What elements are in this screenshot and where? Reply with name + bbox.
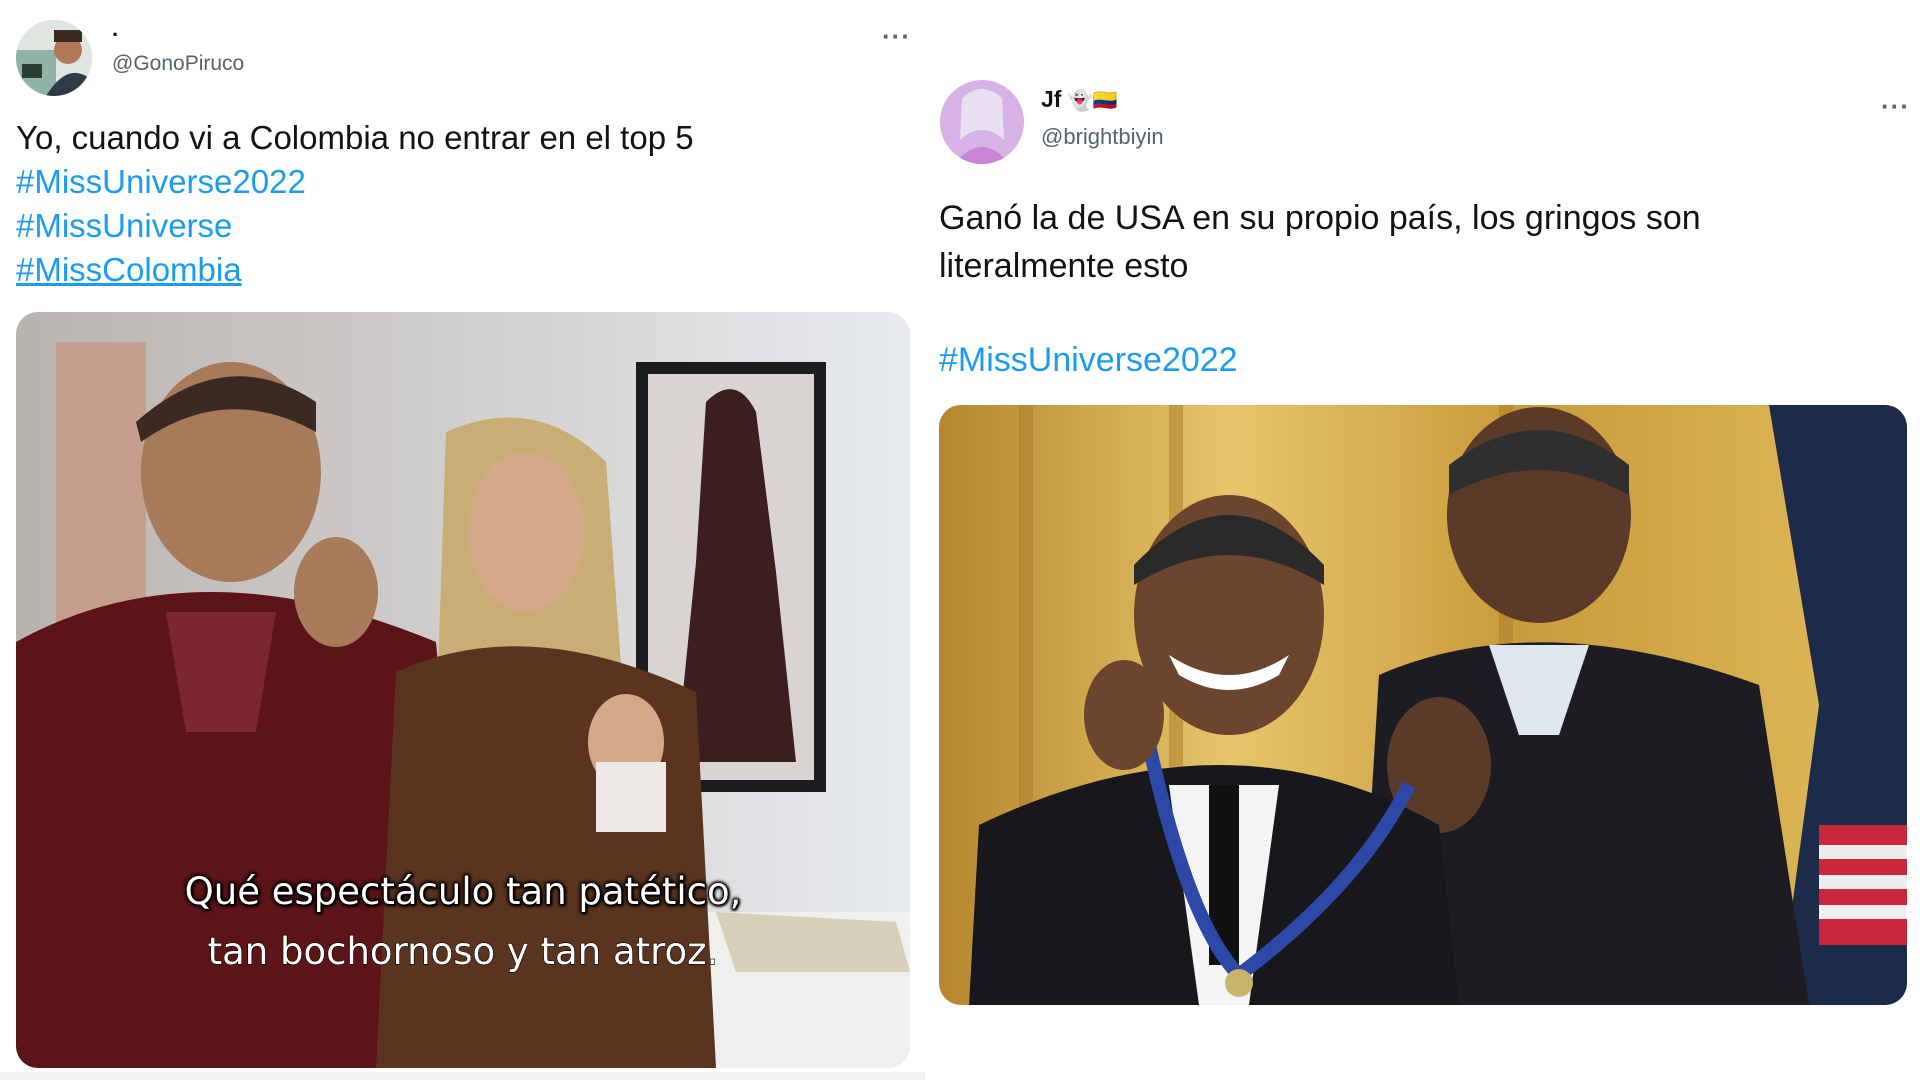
meme-caption-line-1: Qué espectáculo tan patético, bbox=[185, 870, 742, 913]
meme-image: Qué espectáculo tan patético, tan bochor… bbox=[16, 312, 910, 1068]
tweet-body: Yo, cuando vi a Colombia no entrar en el… bbox=[16, 116, 906, 292]
user-handle[interactable]: @brightbiyin bbox=[1041, 124, 1164, 150]
meme-caption-line-2: tan bochornoso y tan atroz. bbox=[208, 930, 719, 973]
display-name[interactable]: . bbox=[112, 16, 118, 42]
display-name-text: Jf bbox=[1041, 86, 1062, 112]
display-name-emoji: 👻🇨🇴 bbox=[1067, 90, 1118, 112]
avatar-image bbox=[16, 20, 92, 96]
more-horizontal-icon[interactable]: ··· bbox=[882, 23, 911, 49]
hashtag-link[interactable]: #MissUniverse2022 bbox=[939, 336, 1899, 384]
avatar[interactable] bbox=[16, 20, 92, 96]
hashtag-link[interactable]: #MissUniverse2022 bbox=[16, 160, 906, 204]
user-handle[interactable]: @GonoPiruco bbox=[112, 52, 244, 76]
tweet-card-brightbiyin: Jf 👻🇨🇴 @brightbiyin ··· Ganó la de USA e… bbox=[925, 0, 1920, 1080]
tweet-card-gonopiruco: . @GonoPiruco ··· Yo, cuando vi a Colomb… bbox=[0, 0, 925, 1080]
tweet-media-image[interactable] bbox=[939, 405, 1907, 1005]
avatar[interactable] bbox=[940, 80, 1024, 164]
avatar-image bbox=[940, 80, 1024, 164]
hashtag-link[interactable]: #MissUniverse bbox=[16, 204, 906, 248]
display-name[interactable]: Jf 👻🇨🇴 bbox=[1041, 86, 1118, 113]
tweet-text: Yo, cuando vi a Colombia no entrar en el… bbox=[16, 119, 694, 156]
tweet-text-line-1: Ganó la de USA en su propio país, los gr… bbox=[939, 199, 1701, 237]
hashtag-link[interactable]: #MissColombia bbox=[16, 248, 906, 292]
tweet-media-image[interactable]: Qué espectáculo tan patético, tan bochor… bbox=[16, 312, 910, 1068]
bottom-border bbox=[0, 1072, 925, 1080]
more-horizontal-icon[interactable]: ··· bbox=[1881, 93, 1910, 119]
tweet-body: Ganó la de USA en su propio país, los gr… bbox=[939, 194, 1899, 384]
tweet-text-line-2: literalmente esto bbox=[939, 247, 1189, 285]
meme-image bbox=[939, 405, 1907, 1005]
